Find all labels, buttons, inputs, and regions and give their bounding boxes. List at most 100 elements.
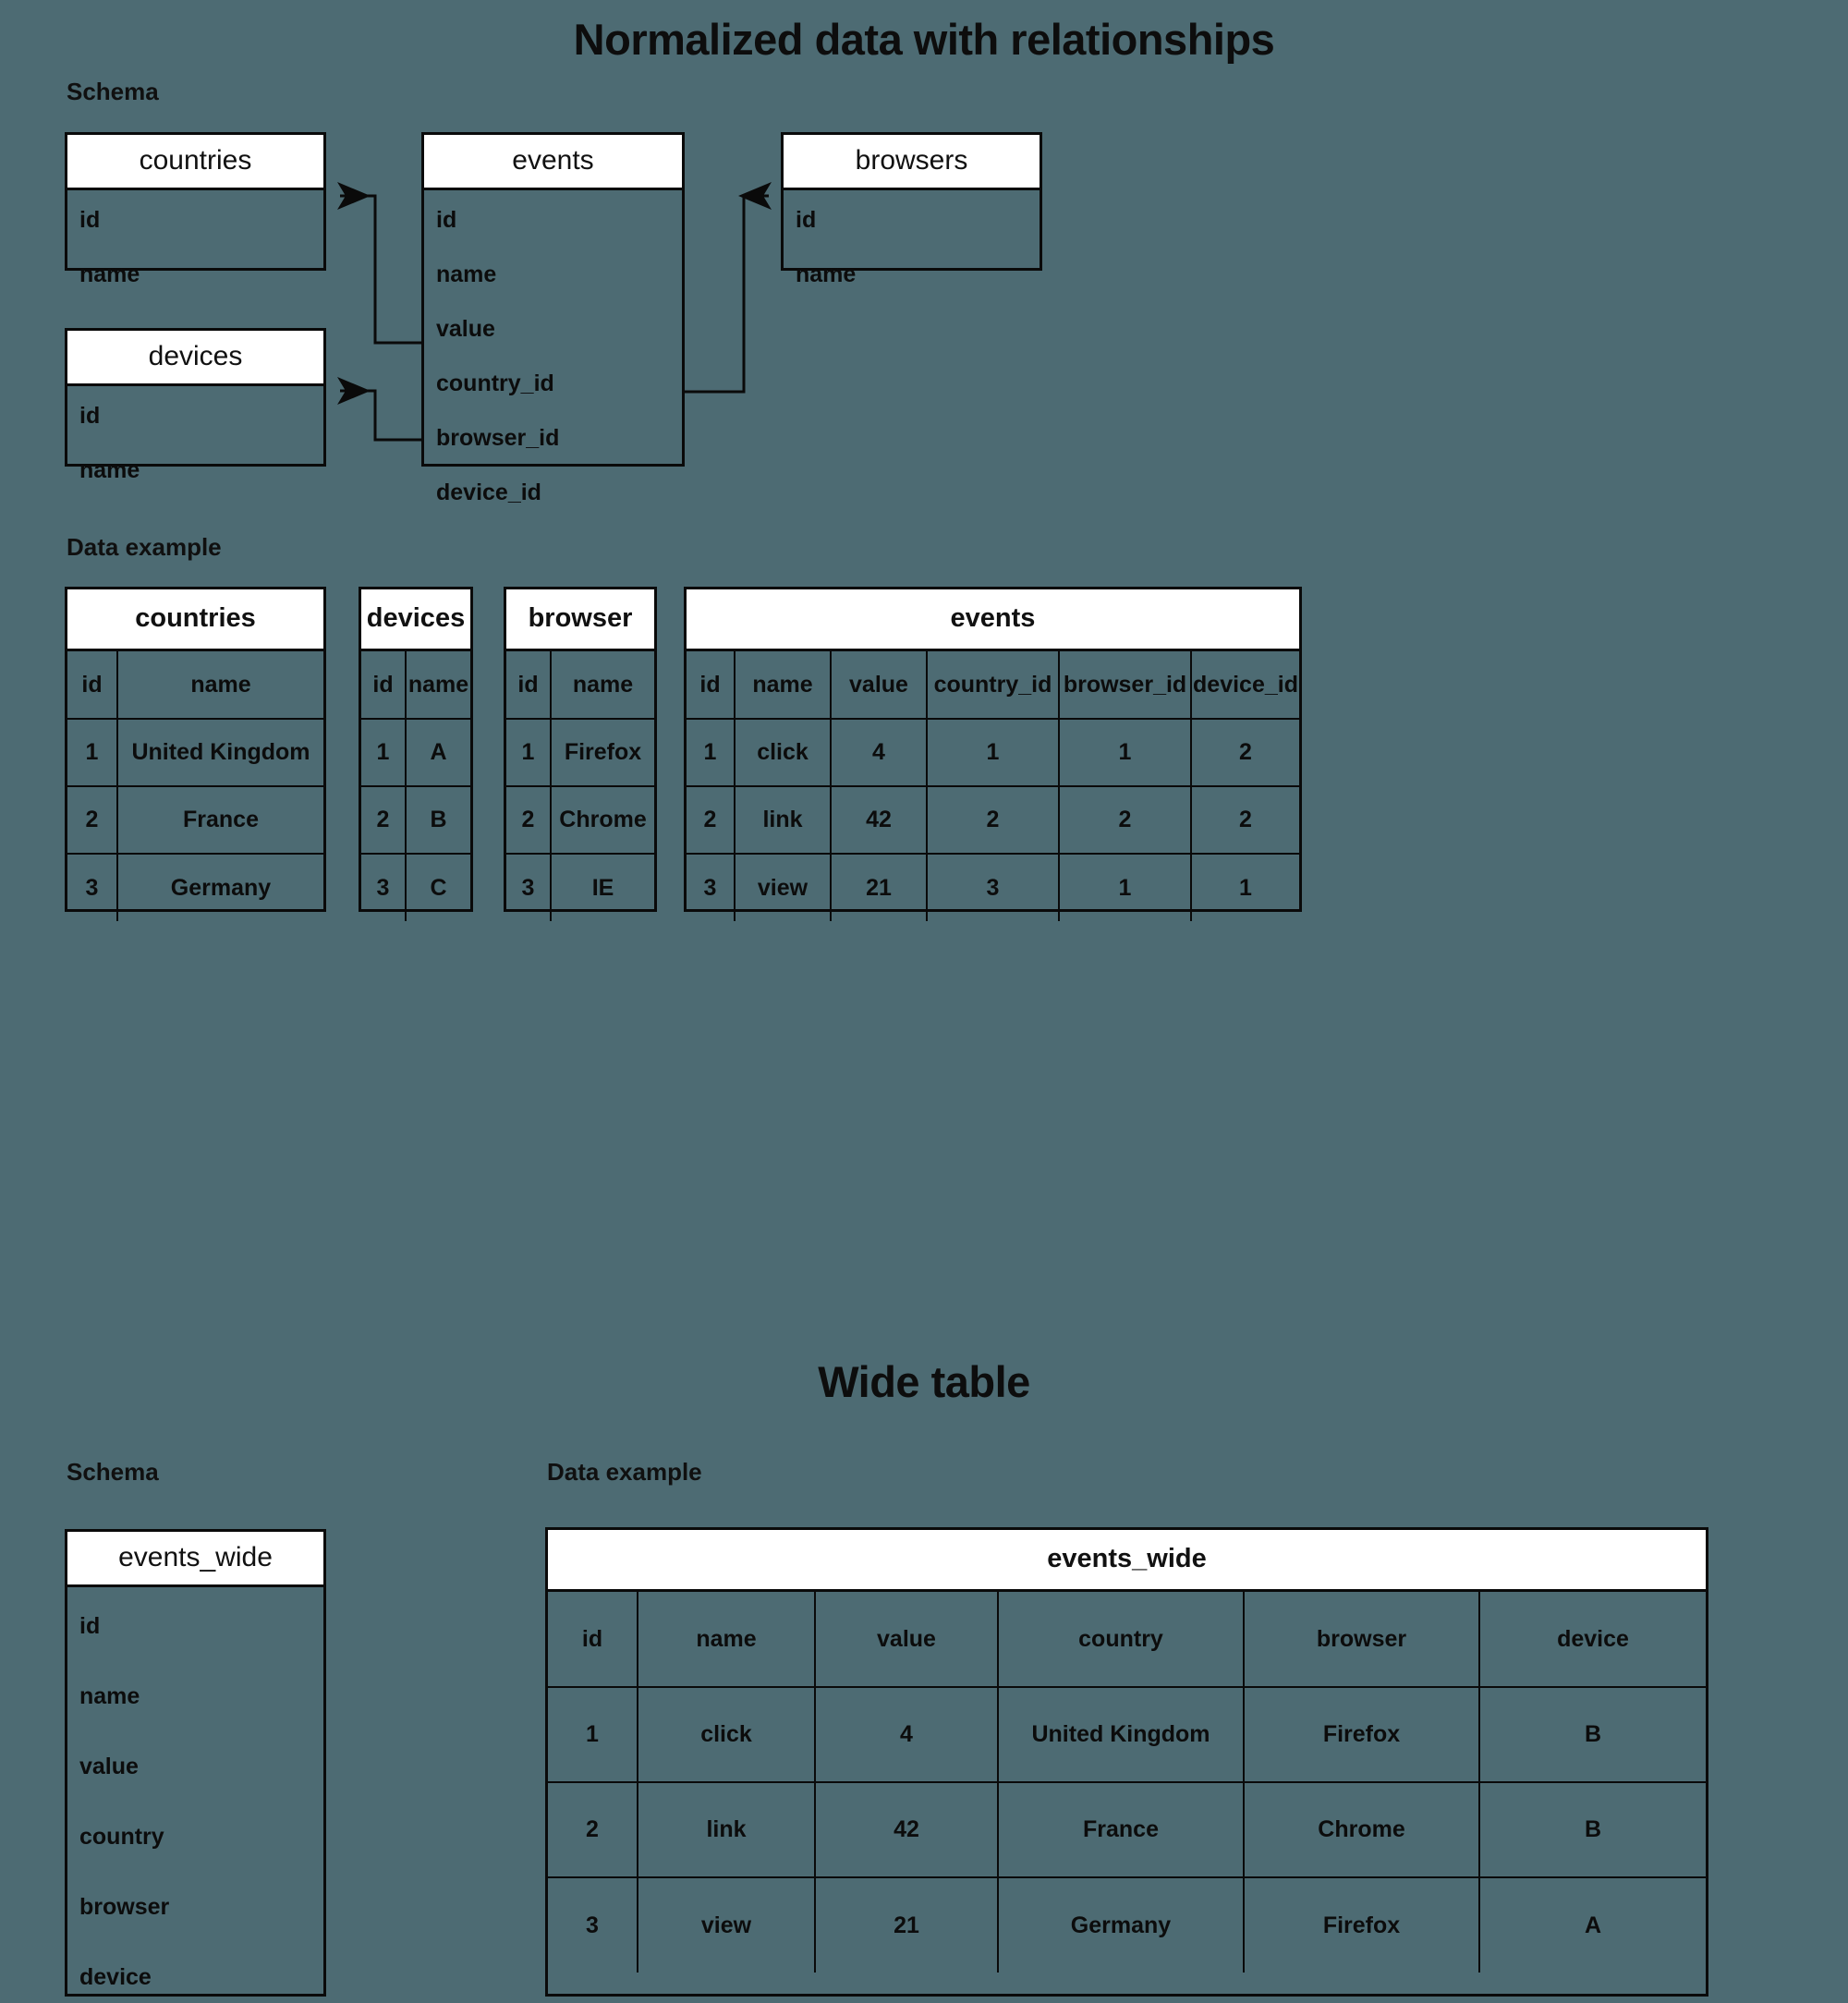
er-field-events-wide-value: value: [79, 1754, 139, 1779]
table-row: 2 Chrome: [506, 785, 654, 855]
table-row: 3 Germany: [67, 853, 323, 921]
schema-label-wide: Schema: [67, 1458, 159, 1486]
cell: 2: [361, 785, 407, 855]
cell: France: [116, 785, 323, 855]
cell: Germany: [997, 1876, 1245, 1973]
cell: 2: [548, 1781, 638, 1878]
er-field-countries-name: name: [79, 261, 140, 287]
er-field-events-wide-id: id: [79, 1613, 101, 1639]
column-header: name: [550, 651, 654, 720]
er-box-events-wide-fields: id name value country browser device: [67, 1587, 323, 2000]
data-table-events[interactable]: events id name value country_id browser_…: [684, 587, 1302, 921]
cell: link: [637, 1781, 816, 1878]
cell: B: [1478, 1781, 1706, 1878]
data-table-browser[interactable]: browser id name 1 Firefox 2 Chrome 3 IE: [504, 587, 657, 921]
cell: Firefox: [1243, 1686, 1480, 1783]
table-row: 3 view 21 3 1 1: [687, 853, 1299, 921]
er-field-devices-name: name: [79, 457, 140, 483]
cell: 1: [548, 1686, 638, 1783]
cell: Firefox: [550, 718, 654, 787]
cell: 1: [687, 718, 736, 787]
er-box-browsers-fields: id name: [784, 190, 1040, 297]
data-example-label-normalized: Data example: [67, 533, 222, 561]
cell: 3: [548, 1876, 638, 1973]
table-row: 1 click 4 1 1 2: [687, 718, 1299, 787]
column-header: id: [548, 1592, 638, 1688]
cell: 1: [1190, 853, 1299, 921]
cell: 2: [1190, 718, 1299, 787]
column-header: id: [361, 651, 407, 720]
cell: IE: [550, 853, 654, 921]
cell: 1: [506, 718, 552, 787]
er-field-browsers-name: name: [796, 261, 857, 287]
cell: Chrome: [550, 785, 654, 855]
column-header: name: [116, 651, 323, 720]
table-row: 1 Firefox: [506, 718, 654, 787]
cell: 2: [926, 785, 1060, 855]
er-box-countries[interactable]: countries id name: [65, 132, 326, 287]
cell: 2: [67, 785, 118, 855]
table-header-row: id name: [506, 651, 654, 720]
er-box-events-title: events: [424, 135, 682, 190]
er-field-events-wide-country: country: [79, 1824, 164, 1850]
er-box-events-wide[interactable]: events_wide id name value country browse…: [65, 1529, 326, 1997]
column-header: name: [405, 651, 470, 720]
cell: 3: [687, 853, 736, 921]
table-row: 2 France: [67, 785, 323, 855]
er-box-events-fields: id name value country_id browser_id devi…: [424, 190, 682, 516]
relationship-country: [337, 182, 421, 345]
cell: 42: [814, 1781, 999, 1878]
er-box-devices[interactable]: devices id name: [65, 328, 326, 483]
cell: 42: [830, 785, 928, 855]
er-field-events-country-id: country_id: [436, 370, 554, 396]
cell: France: [997, 1781, 1245, 1878]
er-field-browsers-id: id: [796, 207, 817, 233]
er-box-events[interactable]: events id name value country_id browser_…: [421, 132, 685, 505]
er-box-events-wide-title: events_wide: [67, 1532, 323, 1587]
table-row: 1 click 4 United Kingdom Firefox B: [548, 1686, 1706, 1783]
er-field-events-value: value: [436, 316, 495, 342]
cell: C: [405, 853, 470, 921]
data-table-events-wide-title: events_wide: [548, 1530, 1706, 1592]
er-field-events-wide-browser: browser: [79, 1894, 170, 1920]
cell: A: [1478, 1876, 1706, 1973]
cell: click: [637, 1686, 816, 1783]
cell: 1: [361, 718, 407, 787]
cell: B: [405, 785, 470, 855]
cell: 1: [67, 718, 118, 787]
data-table-devices[interactable]: devices id name 1 A 2 B 3 C: [359, 587, 473, 921]
table-row: 1 United Kingdom: [67, 718, 323, 787]
er-field-countries-id: id: [79, 207, 101, 233]
cell: 2: [1190, 785, 1299, 855]
data-table-countries[interactable]: countries id name 1 United Kingdom 2 Fra…: [65, 587, 326, 921]
cell: Germany: [116, 853, 323, 921]
column-header: browser_id: [1058, 651, 1192, 720]
er-box-devices-title: devices: [67, 331, 323, 386]
data-table-events-wide[interactable]: events_wide id name value country browse…: [545, 1527, 1708, 1997]
er-field-events-wide-name: name: [79, 1683, 140, 1709]
data-table-browser-title: browser: [506, 589, 654, 651]
column-header: device_id: [1190, 651, 1299, 720]
cell: 1: [1058, 853, 1192, 921]
er-box-devices-fields: id name: [67, 386, 323, 493]
page-title-wide: Wide table: [818, 1357, 1030, 1406]
relationship-device: [337, 377, 421, 442]
cell: B: [1478, 1686, 1706, 1783]
table-row: 1 A: [361, 718, 470, 787]
data-example-label-wide: Data example: [547, 1458, 702, 1486]
column-header: name: [734, 651, 832, 720]
cell: 1: [1058, 718, 1192, 787]
column-header: country: [997, 1592, 1245, 1688]
er-box-countries-title: countries: [67, 135, 323, 190]
column-header: id: [67, 651, 118, 720]
er-box-countries-fields: id name: [67, 190, 323, 297]
er-box-browsers[interactable]: browsers id name: [781, 132, 1042, 287]
cell: Firefox: [1243, 1876, 1480, 1973]
cell: 3: [926, 853, 1060, 921]
cell: link: [734, 785, 832, 855]
data-table-devices-title: devices: [361, 589, 470, 651]
cell: 3: [506, 853, 552, 921]
column-header: country_id: [926, 651, 1060, 720]
cell: A: [405, 718, 470, 787]
er-field-events-wide-device: device: [79, 1964, 152, 1990]
